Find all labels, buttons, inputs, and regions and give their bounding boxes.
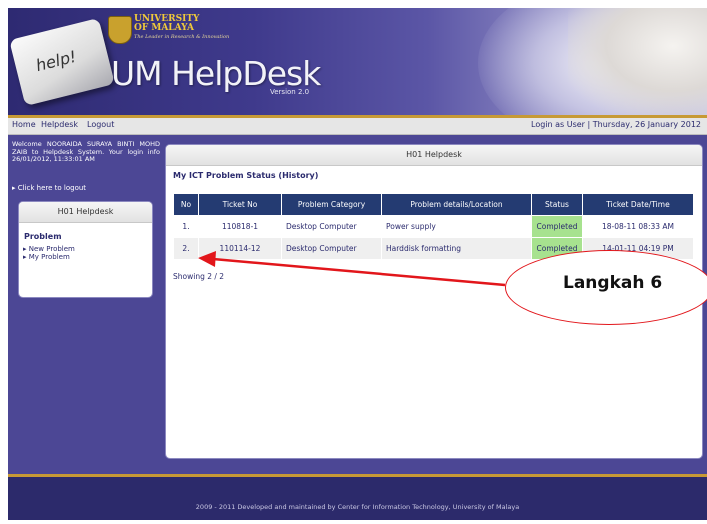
logout-link-label: Click here to logout [17,184,87,192]
pagination-info: Showing 2 / 2 [173,272,225,281]
login-info: Login as User | Thursday, 26 January 201… [531,120,701,129]
column-header: No [173,193,199,216]
university-crest-icon [108,16,132,44]
cell-category: Desktop Computer [281,215,382,238]
triangle-right-icon: ▸ [12,184,16,192]
sidebar-box-title: H01 Helpdesk [19,202,152,223]
main-panel-title: H01 Helpdesk [166,145,702,166]
logout-link[interactable]: ▸ Click here to logout [12,184,86,192]
nav-home-link[interactable]: Home [12,120,36,129]
column-header: Problem Category [281,193,382,216]
nav-bar: Home Helpdesk Logout Login as User | Thu… [8,118,707,135]
sidebar-item-label: New Problem [28,245,75,253]
cell-category: Desktop Computer [281,237,382,260]
cell-details: Power supply [381,215,532,238]
page-heading: My ICT Problem Status (History) [173,171,319,180]
welcome-message: Welcome NOORAIDA SURAYA BINTI MOHD ZAIB … [12,140,160,164]
cell-no: 1. [173,215,199,238]
status-badge: Completed [531,215,583,238]
cell-ticket-no[interactable]: 110818-1 [198,215,282,238]
nav-helpdesk-link[interactable]: Helpdesk [41,120,78,129]
university-logo: UNIVERSITY OF MALAYA The Leader in Resea… [134,15,229,42]
column-header: Status [531,193,583,216]
column-header: Ticket No [198,193,282,216]
cell-no: 2. [173,237,199,260]
triangle-right-icon: ▸ [23,245,27,253]
app-version: Version 2.0 [270,88,310,96]
column-header: Ticket Date/Time [582,193,694,216]
footer: 2009 - 2011 Developed and maintained by … [8,477,707,520]
footer-text: 2009 - 2011 Developed and maintained by … [195,503,520,511]
cell-details: Harddisk formatting [381,237,532,260]
cell-datetime: 18-08-11 08:33 AM [582,215,694,238]
university-name-line2: OF MALAYA [134,23,195,33]
table-header-row: No Ticket No Problem Category Problem de… [173,193,694,216]
annotation-callout: Langkah 6 [505,250,707,325]
table-row[interactable]: 1. 110818-1 Desktop Computer Power suppl… [173,215,694,238]
column-header: Problem details/Location [381,193,532,216]
cell-ticket-no[interactable]: 110114-12 [198,237,282,260]
sidebar-section-title: Problem [24,232,62,241]
help-key-image: help! [9,17,115,107]
sidebar-item-new-problem[interactable]: ▸ New Problem [23,245,152,253]
banner-photo [568,8,707,117]
sidebar-menu-box: H01 Helpdesk Problem ▸ New Problem ▸ My … [18,201,153,298]
sidebar-item-label: My Problem [28,253,70,261]
nav-logout-link[interactable]: Logout [87,120,114,129]
header-banner: help! UNIVERSITY OF MALAYA The Leader in… [8,8,707,117]
sidebar-item-my-problem[interactable]: ▸ My Problem [23,253,152,261]
help-key-label: help! [33,46,79,76]
sidebar-menu-list: ▸ New Problem ▸ My Problem [23,245,152,261]
triangle-right-icon: ▸ [23,253,27,261]
university-tagline: The Leader in Research & Innovation [134,34,230,40]
annotation-label: Langkah 6 [563,273,663,293]
